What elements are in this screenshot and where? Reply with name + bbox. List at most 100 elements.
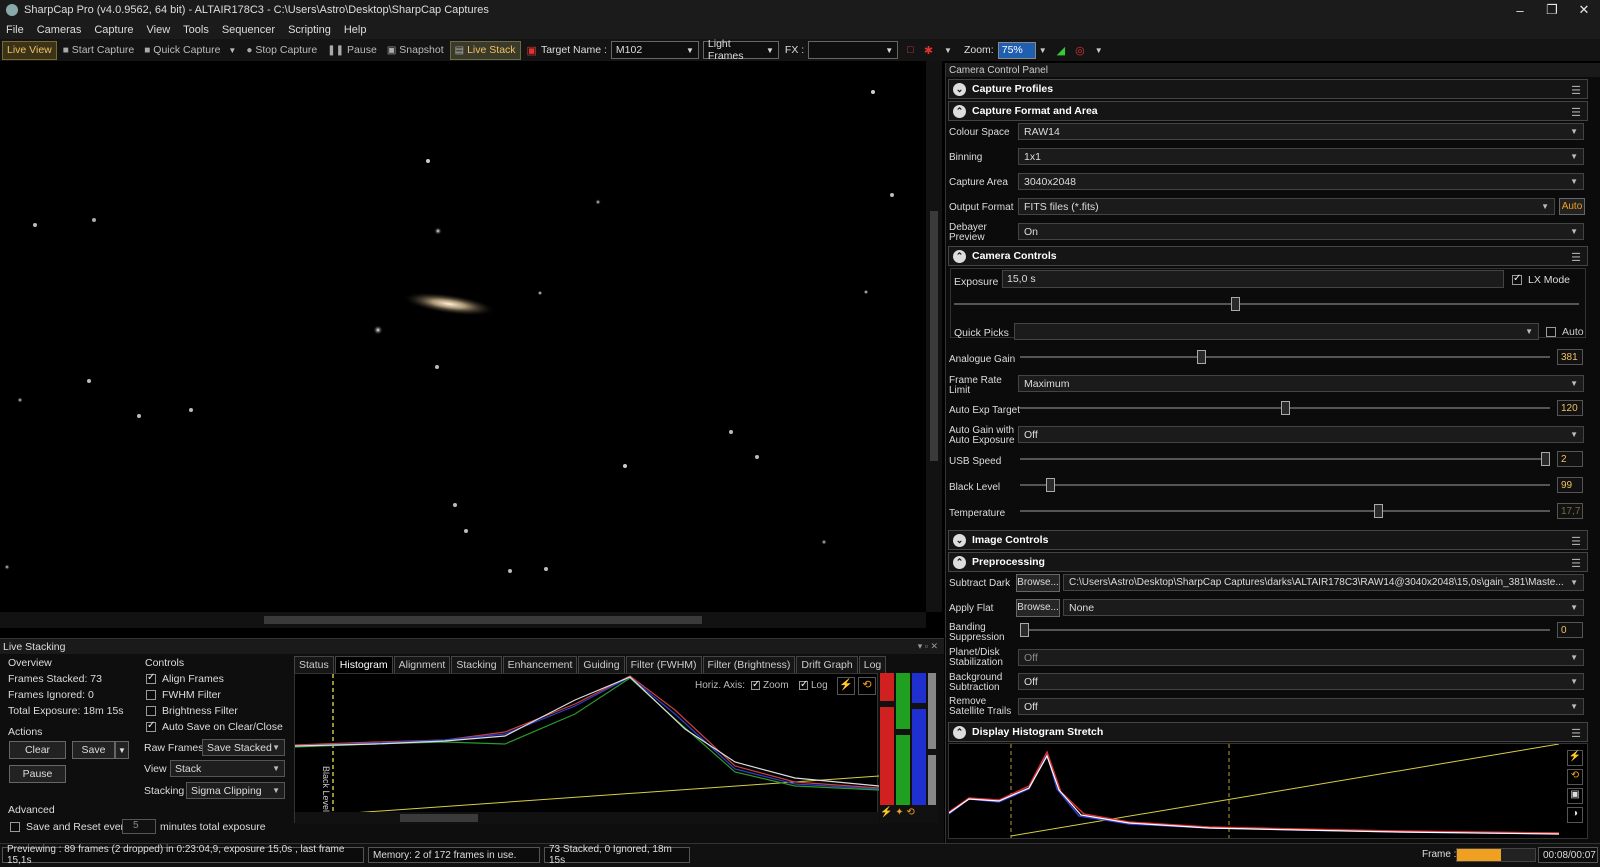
level-tools-icons[interactable]: ⚡ ✦ ⟲ — [880, 807, 915, 818]
analogue-gain-slider[interactable] — [1020, 350, 1550, 364]
rgb-level-bars[interactable]: ⚡ ✦ ⟲ — [880, 673, 938, 823]
clear-button[interactable]: Clear — [9, 741, 66, 759]
contrast-icon[interactable]: ◑ — [1567, 807, 1583, 823]
reset-stretch-icon[interactable]: ⟲ — [1567, 769, 1583, 785]
auto-stretch-icon[interactable]: ⚡ — [837, 677, 855, 695]
menu-sequencer[interactable]: Sequencer — [222, 24, 275, 36]
menu-icon[interactable]: ☰ — [1571, 557, 1581, 570]
auto-exp-value[interactable]: 120 — [1557, 400, 1583, 416]
histogram-hscrollbar[interactable] — [295, 812, 879, 824]
tab-guiding[interactable]: Guiding — [578, 656, 625, 673]
live-view-button[interactable]: Live View — [2, 40, 57, 60]
stack-histogram[interactable]: Black Level Horiz. Axis: Zoom Log ⚡ ⟲ — [294, 673, 880, 824]
menu-help[interactable]: Help — [344, 24, 367, 36]
tab-histogram[interactable]: Histogram — [334, 656, 393, 673]
brightness-filter-checkbox[interactable]: Brightness Filter — [146, 705, 238, 717]
quick-capture-button[interactable]: ■ Quick Capture ▼ — [140, 41, 240, 60]
quick-picks-combo[interactable]: ▼ — [1014, 323, 1539, 340]
view-combo[interactable]: Stack ▼ — [170, 760, 285, 777]
menu-icon[interactable]: ☰ — [1571, 727, 1581, 740]
viewer-vertical-scrollbar[interactable] — [926, 61, 942, 612]
debayer-combo[interactable]: On ▼ — [1018, 223, 1584, 240]
preprocessing-section[interactable]: ⌃ Preprocessing ☰ — [948, 552, 1588, 572]
reset-icon[interactable]: ⟲ — [858, 677, 876, 695]
save-dropdown-icon[interactable]: ▼ — [115, 741, 129, 759]
subtract-dark-combo[interactable]: C:\Users\Astro\Desktop\SharpCap Captures… — [1063, 574, 1584, 591]
image-viewer[interactable] — [0, 61, 942, 628]
viewer-horizontal-scrollbar[interactable] — [0, 612, 926, 628]
output-format-combo[interactable]: FITS files (*.fits) ▼ — [1018, 198, 1555, 215]
binning-combo[interactable]: 1x1 ▼ — [1018, 148, 1584, 165]
zoom-input[interactable]: 75% — [997, 41, 1036, 59]
display-histogram[interactable]: ⚡ ⟲ ▣ ◑ — [948, 743, 1588, 839]
black-level-value[interactable]: 99 — [1557, 477, 1583, 493]
menu-view[interactable]: View — [147, 24, 171, 36]
reticle-icon[interactable]: ✱ — [924, 44, 933, 57]
apply-flat-combo[interactable]: None ▼ — [1063, 599, 1584, 616]
live-stack-button[interactable]: ▤ Live Stack — [449, 40, 521, 60]
tab-drift-graph[interactable]: Drift Graph — [796, 656, 858, 673]
planet-stabilization-combo[interactable]: Off ▼ — [1018, 649, 1584, 666]
banding-slider[interactable] — [1020, 623, 1550, 637]
menu-scripting[interactable]: Scripting — [288, 24, 331, 36]
menu-icon[interactable]: ☰ — [1571, 106, 1581, 119]
start-capture-button[interactable]: ■ Start Capture — [59, 41, 139, 60]
zoom-checkbox[interactable]: Zoom — [751, 679, 789, 691]
tab-log[interactable]: Log — [858, 656, 887, 673]
colour-space-combo[interactable]: RAW14 ▼ — [1018, 123, 1584, 140]
save-stretch-icon[interactable]: ▣ — [1567, 788, 1583, 804]
focus-icon[interactable]: ◎ — [1075, 44, 1085, 57]
apply-flat-browse-button[interactable]: Browse... — [1016, 599, 1060, 617]
histogram-icon[interactable]: ◢ — [1057, 44, 1065, 57]
chevron-down-icon[interactable]: ▼ — [1095, 46, 1103, 55]
auto-stretch-icon[interactable]: ⚡ — [1567, 750, 1583, 766]
subtract-dark-browse-button[interactable]: Browse... — [1016, 574, 1060, 592]
black-level-slider[interactable] — [1020, 478, 1550, 492]
stacking-combo[interactable]: Sigma Clipping ▼ — [186, 782, 285, 799]
menu-cameras[interactable]: Cameras — [37, 24, 82, 36]
menu-file[interactable]: File — [6, 24, 24, 36]
restore-button[interactable]: ❐ — [1536, 0, 1568, 20]
fwhm-filter-checkbox[interactable]: FWHM Filter — [146, 689, 221, 701]
frame-type-combo[interactable]: Light Frames ▼ — [702, 38, 779, 62]
target-name-combo[interactable]: M102 ▼ — [610, 41, 699, 59]
camera-controls-section[interactable]: ⌃ Camera Controls ☰ — [948, 246, 1588, 266]
close-button[interactable]: ✕ — [1568, 0, 1600, 20]
snapshot-button[interactable]: ▣ Snapshot — [383, 41, 448, 60]
tab-alignment[interactable]: Alignment — [393, 656, 451, 673]
menu-tools[interactable]: Tools — [183, 24, 209, 36]
auto-gain-combo[interactable]: Off ▼ — [1018, 426, 1584, 443]
analogue-gain-value[interactable]: 381 — [1557, 349, 1583, 365]
usb-speed-slider[interactable] — [1020, 452, 1550, 466]
minimize-button[interactable]: – — [1504, 0, 1536, 20]
save-button[interactable]: Save — [72, 741, 115, 759]
minutes-stepper[interactable]: 5 — [122, 819, 156, 834]
background-subtraction-combo[interactable]: Off ▼ — [1018, 673, 1584, 690]
capture-profiles-section[interactable]: ⌄ Capture Profiles ☰ — [948, 79, 1588, 99]
display-histogram-section[interactable]: ⌃ Display Histogram Stretch ☰ — [948, 722, 1588, 742]
exposure-input[interactable]: 15,0 s — [1002, 270, 1504, 288]
image-controls-section[interactable]: ⌄ Image Controls ☰ — [948, 530, 1588, 550]
tab-enhancement[interactable]: Enhancement — [502, 656, 578, 673]
pause-button[interactable]: ❚❚ Pause — [323, 41, 381, 60]
chevron-down-icon[interactable]: ▼ — [944, 46, 952, 55]
tab-filter-fwhm[interactable]: Filter (FWHM) — [625, 656, 702, 673]
satellite-trails-combo[interactable]: Off ▼ — [1018, 698, 1584, 715]
auto-save-checkbox[interactable]: Auto Save on Clear/Close — [146, 720, 283, 733]
menu-icon[interactable]: ☰ — [1571, 251, 1581, 264]
banding-value[interactable]: 0 — [1557, 622, 1583, 638]
menu-capture[interactable]: Capture — [94, 24, 133, 36]
stack-pause-button[interactable]: Pause — [9, 765, 66, 783]
roi-icon[interactable]: □ — [907, 44, 914, 56]
tab-stacking[interactable]: Stacking — [451, 656, 502, 673]
capture-format-section[interactable]: ⌃ Capture Format and Area ☰ — [948, 101, 1588, 121]
menu-icon[interactable]: ☰ — [1571, 535, 1581, 548]
exposure-slider[interactable] — [954, 297, 1579, 311]
tab-filter-brightness[interactable]: Filter (Brightness) — [702, 656, 796, 673]
frame-rate-combo[interactable]: Maximum ▼ — [1018, 375, 1584, 392]
save-reset-checkbox[interactable]: Save and Reset every — [10, 821, 129, 833]
chevron-down-icon[interactable]: ▼ — [1039, 46, 1047, 55]
tab-status[interactable]: Status — [294, 656, 334, 673]
stop-capture-button[interactable]: ● Stop Capture — [242, 41, 321, 60]
menu-icon[interactable]: ☰ — [1571, 84, 1581, 97]
